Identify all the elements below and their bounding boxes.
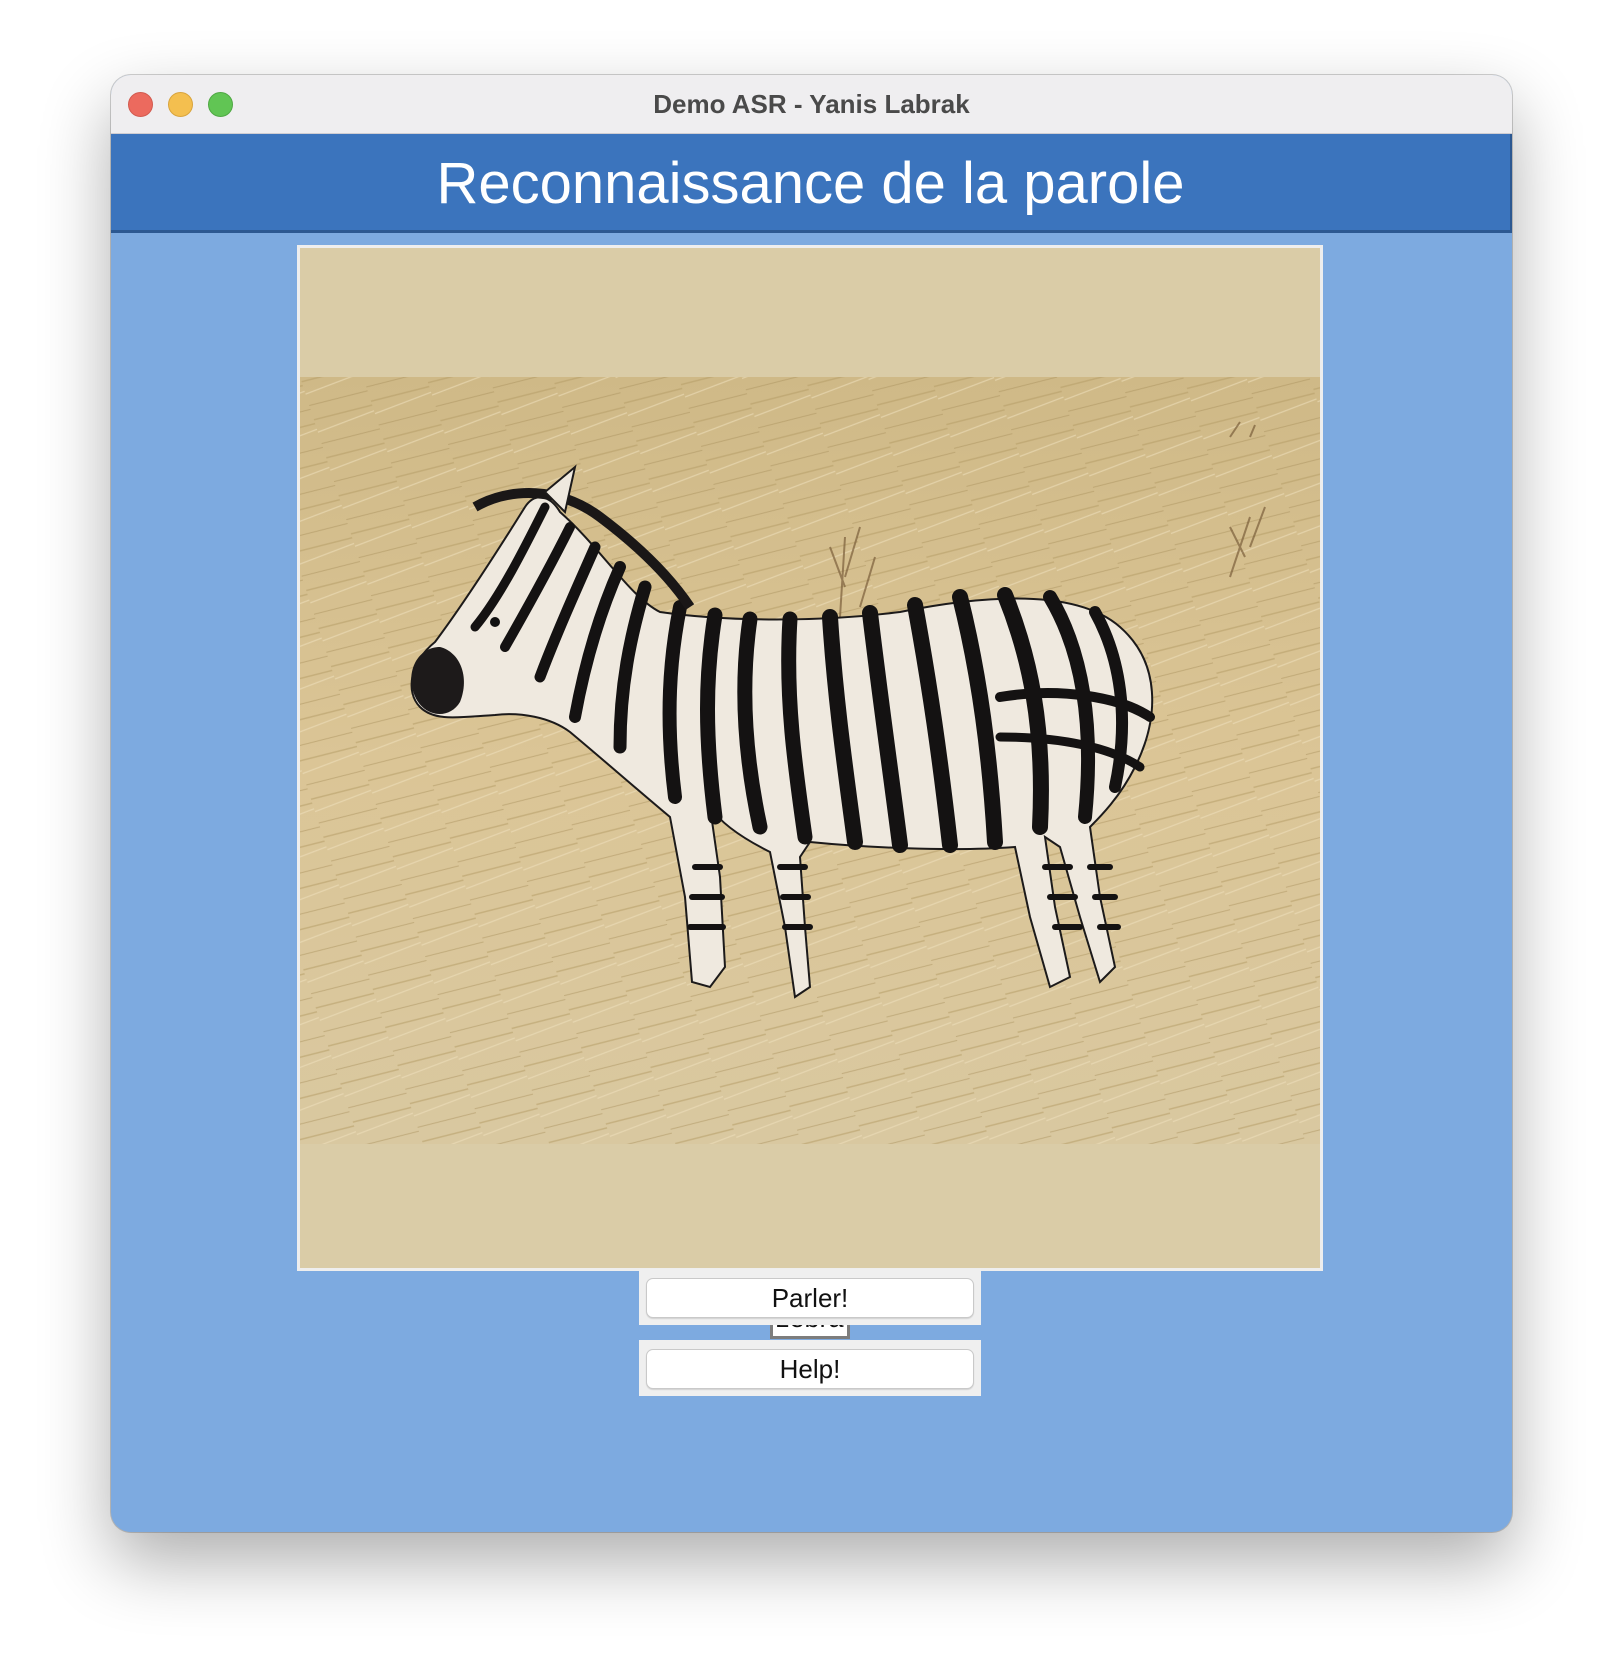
- image-panel: [297, 245, 1323, 1271]
- speak-button[interactable]: Parler!: [646, 1278, 974, 1318]
- help-button[interactable]: Help!: [646, 1349, 974, 1389]
- help-button-container: Help!: [639, 1340, 981, 1396]
- zebra-photo: [300, 377, 1320, 1144]
- speak-button-container: Parler!: [639, 1269, 981, 1325]
- title-bar: Demo ASR - Yanis Labrak: [111, 75, 1512, 134]
- app-window: Demo ASR - Yanis Labrak Reconnaissance d…: [111, 75, 1512, 1532]
- window-title: Demo ASR - Yanis Labrak: [653, 89, 970, 119]
- header-banner: Reconnaissance de la parole: [111, 134, 1512, 233]
- page-title: Reconnaissance de la parole: [436, 151, 1185, 216]
